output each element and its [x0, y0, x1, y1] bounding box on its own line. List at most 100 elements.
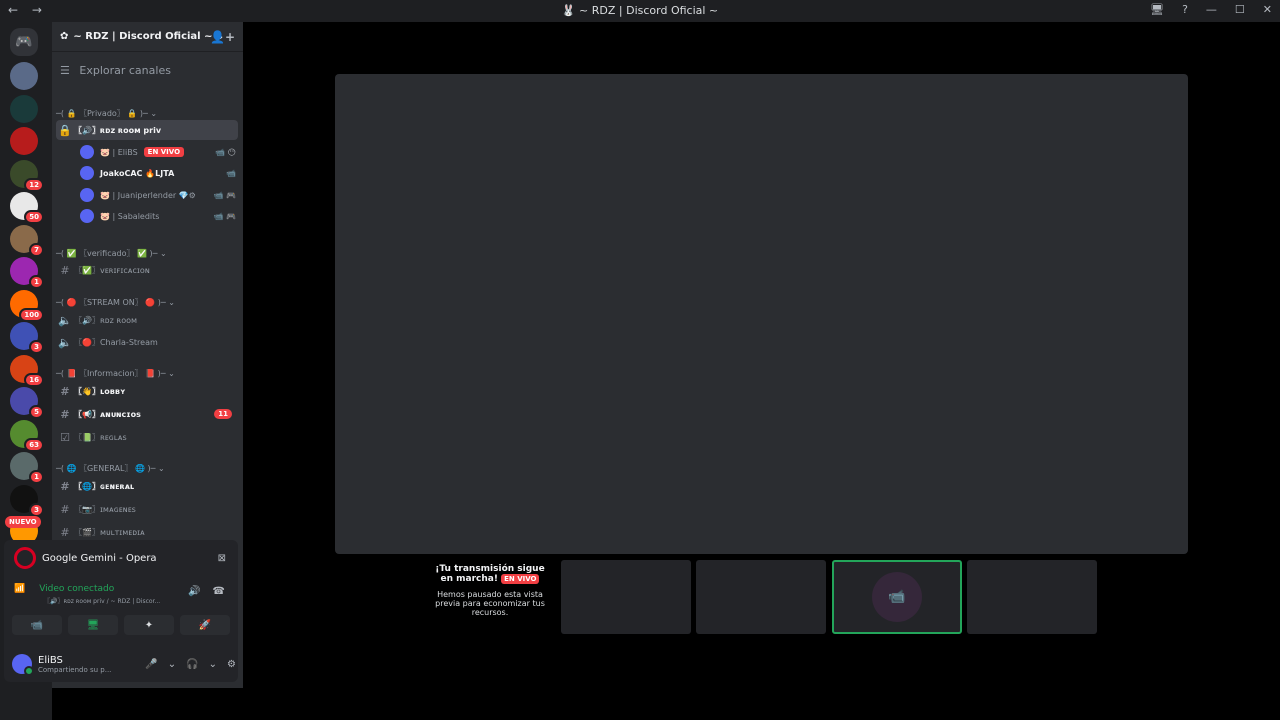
- server-icon[interactable]: 1: [10, 257, 44, 289]
- signal-icon: 📶: [14, 584, 26, 594]
- microphone-icon[interactable]: 🎤: [145, 659, 157, 670]
- voice-user-name: 🐷 | Juaniperlender 💎⚙: [100, 190, 196, 200]
- channel-item[interactable]: 🔈 〖🔊〗ʀᴅᴢ ʀᴏᴏᴍ: [56, 310, 238, 330]
- disconnect-icon[interactable]: ☎: [212, 586, 224, 597]
- chevron-down-icon[interactable]: ⌄: [168, 659, 176, 670]
- headphones-icon[interactable]: 🎧: [186, 659, 198, 670]
- soundboard-button[interactable]: 🚀: [180, 615, 230, 635]
- chevron-down-icon[interactable]: ⌄: [209, 659, 217, 670]
- channel-label: 〖📷〗ɪᴍᴀɢᴇɴᴇꜱ: [74, 504, 136, 514]
- stream-paused-notice: ¡Tu transmisión sigue en marcha! EN VIVO…: [430, 564, 550, 617]
- participant-tile[interactable]: [967, 560, 1097, 634]
- channel-item[interactable]: # 〖📢〗ᴀɴᴜɴᴄɪᴏꜱ 11: [56, 404, 238, 424]
- mention-badge: 5: [29, 405, 44, 419]
- lock-icon: 🔒: [58, 123, 72, 137]
- channel-item[interactable]: 🔈 〖🔴〗Charla-Stream: [56, 332, 238, 352]
- stream-stage[interactable]: [335, 74, 1188, 554]
- camera-icon: 📹 🎮: [213, 190, 236, 200]
- avatar[interactable]: [12, 654, 34, 676]
- channel-category[interactable]: ─( 🔴 〖STREAM ON〗 🔴 )─ ⌄: [56, 292, 238, 312]
- participant-tile[interactable]: [696, 560, 826, 634]
- activity-bar[interactable]: Google Gemini - Opera ⊠: [4, 540, 238, 576]
- avatar: [80, 166, 94, 180]
- channel-item[interactable]: # 〖🎬〗ᴍᴜʟᴛɪᴍᴇᴅɪᴀ: [56, 522, 238, 542]
- server-icon[interactable]: 3: [10, 484, 44, 517]
- camera-icon: 📹: [872, 572, 922, 622]
- voice-buttons: 📹 🖥 ✦ 🚀: [12, 615, 230, 635]
- list-icon: ☰: [60, 64, 70, 77]
- channel-label: ─( 📕 〖Informacion〗 📕 )─ ⌄: [56, 368, 175, 378]
- channel-item[interactable]: # 〖👋〗ʟᴏʙʙʏ: [56, 381, 238, 401]
- current-user: EliBS Compartiendo su p... 🎤 ⌄ 🎧 ⌄ ⚙: [12, 650, 236, 678]
- channel-label: ─( ✅ 〖verificado〗 ✅ )─ ⌄: [56, 248, 167, 258]
- hashtag-icon: #: [60, 479, 70, 493]
- server-icon[interactable]: 12: [10, 159, 44, 192]
- server-icon[interactable]: 63: [10, 419, 44, 452]
- server-icon: ✿: [60, 31, 69, 42]
- opera-icon: [14, 547, 36, 569]
- server-header[interactable]: ✿ ~ RDZ | Discord Oficial ~ ⌄ 👤+: [52, 22, 243, 52]
- camera-icon: 📹: [226, 168, 236, 178]
- minimize-button[interactable]: —: [1206, 3, 1217, 16]
- channel-item[interactable]: # 〖📷〗ɪᴍᴀɢᴇɴᴇꜱ: [56, 499, 238, 519]
- channel-item[interactable]: # 〖✅〗ᴠᴇʀɪꜰɪᴄᴀᴄɪᴏɴ: [56, 260, 238, 280]
- speaker-icon: 🔈: [58, 335, 72, 349]
- server-icon[interactable]: 16: [10, 354, 44, 387]
- camera-button[interactable]: 📹: [12, 615, 62, 635]
- server-icon[interactable]: 7: [10, 224, 44, 257]
- window-controls: 🖥 ? — ☐ ✕: [1150, 3, 1272, 16]
- channel-item[interactable]: ☑ 〖📗〗ʀᴇɢʟᴀꜱ: [56, 427, 238, 447]
- avatar: [80, 145, 94, 159]
- server-icon[interactable]: [10, 62, 38, 90]
- new-badge[interactable]: NUEVO: [5, 516, 41, 528]
- server-icon[interactable]: [10, 94, 38, 123]
- inbox-icon[interactable]: 🖥: [1150, 3, 1164, 16]
- participant-tile[interactable]: [561, 560, 691, 634]
- channel-item[interactable]: # 〖🌐〗ɢᴇɴᴇʀᴀʟ: [56, 476, 238, 496]
- live-badge: EN VIVO: [501, 574, 540, 584]
- server-icon[interactable]: 100: [10, 289, 44, 322]
- speaker-icon: 🔈: [58, 313, 72, 327]
- server-icon[interactable]: 5: [10, 387, 44, 419]
- voice-user[interactable]: 🐷 | Sabaledits 📹 🎮: [80, 206, 236, 226]
- screen-share-button[interactable]: 🖥: [68, 615, 118, 635]
- channel-item[interactable]: 🔒 〖🔊〗ʀᴅᴢ ʀᴏᴏᴍ priv: [56, 120, 238, 140]
- stop-share-icon[interactable]: ⊠: [218, 553, 226, 564]
- server-icon[interactable]: [10, 127, 38, 155]
- voice-channel-label[interactable]: 〖🔊〗ʀᴅᴢ ʀᴏᴏᴍ priv / ~ RDZ | Discor...: [44, 596, 160, 605]
- mention-badge: 100: [19, 307, 44, 322]
- channel-label: 〖🔴〗Charla-Stream: [74, 337, 158, 347]
- title-bar: ← → 🐰 ~ RDZ | Discord Oficial ~ 🖥 ? — ☐ …: [0, 0, 1280, 22]
- discord-icon[interactable]: 🎮: [10, 28, 38, 56]
- maximize-button[interactable]: ☐: [1235, 3, 1245, 16]
- activity-label: Google Gemini - Opera: [42, 552, 157, 564]
- server-icon[interactable]: 3: [10, 322, 44, 354]
- avatar: [80, 188, 94, 202]
- help-icon[interactable]: ?: [1182, 3, 1188, 16]
- camera-icon: 📹 😶: [215, 147, 236, 157]
- voice-user[interactable]: 🐷 | EliBS EN VIVO 📹 😶: [80, 142, 236, 162]
- user-panel: Google Gemini - Opera ⊠ 📶 Video conectad…: [4, 540, 238, 682]
- server-icon[interactable]: 1: [10, 452, 44, 484]
- mention-badge: 3: [29, 340, 44, 354]
- explore-channels[interactable]: ☰ Explorar canales: [60, 64, 171, 77]
- channel-label: 〖🎬〗ᴍᴜʟᴛɪᴍᴇᴅɪᴀ: [74, 527, 145, 537]
- add-member-icon[interactable]: 👤+: [210, 30, 235, 44]
- channel-label: 〖🌐〗ɢᴇɴᴇʀᴀʟ: [74, 481, 135, 491]
- voice-user[interactable]: 🐷 | Juaniperlender 💎⚙ 📹 🎮: [80, 185, 236, 205]
- activities-button[interactable]: ✦: [124, 615, 174, 635]
- channel-label: 〖📗〗ʀᴇɢʟᴀꜱ: [74, 432, 127, 442]
- close-button[interactable]: ✕: [1263, 3, 1272, 16]
- hashtag-icon: #: [60, 502, 70, 516]
- user-status: Compartiendo su p...: [38, 665, 112, 674]
- server-icon[interactable]: 50: [10, 192, 44, 224]
- speaker-icon: ☑: [60, 430, 70, 444]
- channel-category[interactable]: ─( 📕 〖Informacion〗 📕 )─ ⌄: [56, 363, 238, 383]
- participant-tile-active[interactable]: 📹: [832, 560, 962, 634]
- voice-user[interactable]: JoakoCAC 🔥LJTA 📹: [80, 163, 236, 183]
- voice-status-label[interactable]: Video conectado: [39, 584, 114, 594]
- noise-icon[interactable]: 🔊: [188, 586, 200, 597]
- settings-icon[interactable]: ⚙: [227, 659, 236, 670]
- channel-category[interactable]: ─( 🌐 〖GENERAL〗 🌐 )─ ⌄: [56, 458, 238, 478]
- voice-user-name: 🐷 | Sabaledits: [100, 211, 160, 221]
